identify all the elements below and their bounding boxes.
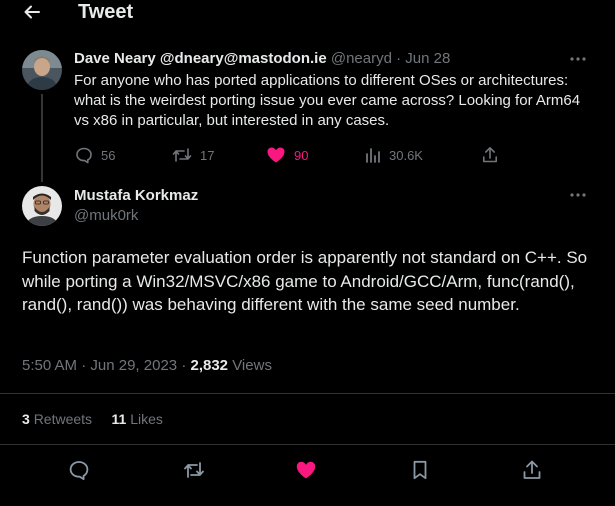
retweet-count: 3 [22, 411, 30, 427]
author-name[interactable]: Dave Neary @dneary@mastodon.ie [74, 50, 327, 67]
views-label: Views [232, 357, 272, 374]
tweet-metadata: 5:50 AM · Jun 29, 2023 · 2,832 Views [22, 357, 272, 375]
share-icon[interactable] [521, 459, 543, 481]
retweets-label: Retweets [33, 411, 93, 427]
reply-icon[interactable] [68, 459, 90, 481]
author-handle[interactable]: @muk0rk [74, 207, 138, 225]
like-count: 11 [111, 411, 127, 427]
thread-connector-line [41, 94, 43, 182]
reply-button[interactable]: 56 [75, 145, 115, 165]
page-title: Tweet [78, 1, 134, 23]
divider [0, 444, 615, 445]
tweet-date[interactable]: Jun 29, 2023 [90, 357, 177, 374]
like-button[interactable]: 90 [266, 145, 308, 165]
tweet-text: Function parameter evaluation order is a… [22, 248, 588, 314]
engagement-stats: 3 Retweets 11 Likes [22, 411, 163, 428]
separator-dot: · [396, 50, 402, 67]
retweet-icon[interactable] [183, 459, 205, 481]
tweet-date[interactable]: Jun 28 [405, 50, 450, 67]
bar-chart-icon [365, 147, 381, 163]
more-options-icon[interactable] [569, 52, 587, 66]
likes-label: Likes [130, 411, 163, 427]
reply-count: 56 [101, 147, 116, 163]
heart-filled-icon[interactable] [295, 459, 317, 481]
heart-filled-icon [266, 146, 286, 164]
share-icon [482, 146, 498, 164]
divider [0, 393, 615, 394]
tweet-time[interactable]: 5:50 AM [22, 357, 77, 374]
back-arrow-icon[interactable] [22, 2, 42, 22]
author-handle[interactable]: @nearyd [331, 50, 392, 67]
more-options-icon[interactable] [569, 188, 587, 202]
retweet-count: 17 [200, 147, 215, 163]
like-count: 90 [294, 147, 309, 163]
retweet-button[interactable]: 17 [172, 145, 214, 165]
retweet-icon [172, 146, 192, 164]
author-name[interactable]: Mustafa Korkmaz [74, 187, 198, 205]
avatar[interactable] [22, 50, 62, 90]
avatar[interactable] [22, 186, 62, 226]
view-count: 30.6K [389, 147, 423, 163]
likes-stat[interactable]: 11 Likes [112, 411, 163, 427]
view-count: 2,832 [190, 357, 229, 374]
tweet-header: Dave Neary @dneary@mastodon.ie @nearyd ·… [74, 50, 450, 68]
tweet-text: For anyone who has ported applications t… [74, 72, 581, 129]
bookmark-icon[interactable] [409, 459, 431, 481]
share-button[interactable] [482, 145, 498, 165]
retweets-stat[interactable]: 3 Retweets [22, 411, 92, 427]
separator-dot: · [81, 357, 87, 374]
separator-dot: · [181, 357, 187, 374]
views-button[interactable]: 30.6K [365, 145, 423, 165]
reply-icon [75, 146, 93, 164]
